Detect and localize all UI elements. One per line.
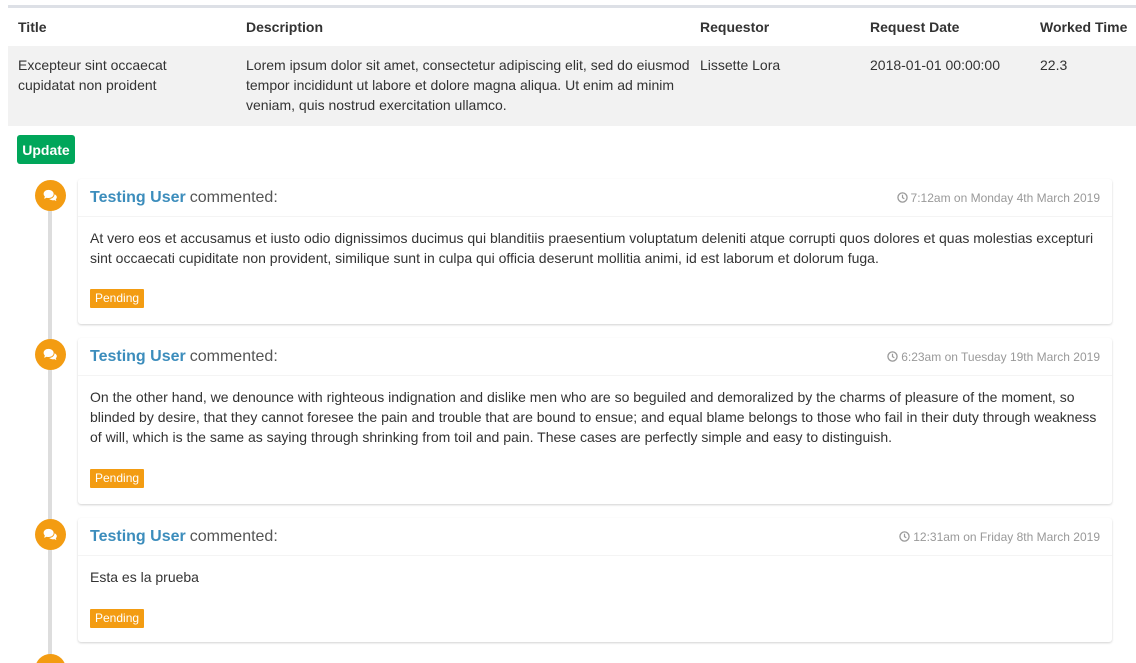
comment-heading: Testing User commented: (90, 528, 278, 546)
cell-worked-time: 22.3 (1040, 57, 1068, 73)
comment-time-text: 7:12am on Monday 4th March 2019 (910, 191, 1100, 205)
comment-verb: commented: (189, 348, 278, 365)
comment-verb: commented: (189, 189, 278, 206)
table-row: Excepteur sint occaecat cupidatat non pr… (8, 46, 1136, 126)
clock-icon (896, 192, 908, 203)
comments-icon (35, 339, 66, 370)
request-table: Title Description Requestor Request Date… (8, 5, 1136, 126)
comments-icon (35, 654, 66, 663)
comment-body: On the other hand, we denounce with righ… (90, 389, 1097, 445)
timeline-comment: Testing User commented: 7:12am on Monday … (78, 179, 1112, 324)
header-requestor: Requestor (700, 19, 770, 35)
update-button[interactable]: Update (17, 135, 75, 164)
timeline-comment: Testing User commented: 12:31am on Friday… (78, 518, 1112, 642)
comment-footer: Pending (78, 609, 1112, 628)
comment-time: 6:23am on Tuesday 19th March 2019 (887, 350, 1100, 364)
status-badge: Pending (90, 469, 145, 488)
comment-footer: Pending (78, 469, 1112, 488)
comment-heading: Testing User commented: (90, 189, 278, 207)
timeline-comment: Testing User commented: 6:23am on Tuesday… (78, 338, 1112, 504)
table-header-row: Title Description Requestor Request Date… (8, 8, 1136, 46)
comment-author-link[interactable]: Testing User (90, 348, 186, 365)
comment-time: 12:31am on Friday 8th March 2019 (899, 530, 1100, 544)
comment-body: At vero eos et accusamus et iusto odio d… (90, 230, 1094, 266)
comment-time: 7:12am on Monday 4th March 2019 (896, 191, 1100, 205)
comment-time-text: 12:31am on Friday 8th March 2019 (913, 530, 1100, 544)
comments-icon (35, 180, 66, 211)
clock-icon (899, 531, 910, 542)
status-badge: Pending (90, 609, 145, 628)
header-title: Title (18, 19, 47, 35)
header-request-date: Request Date (870, 19, 960, 35)
comment-header: Testing User commented: 6:23am on Tuesday… (78, 338, 1112, 376)
timeline-line (48, 182, 52, 663)
header-description: Description (246, 19, 324, 35)
cell-request-date: 2018-01-01 00:00:00 (870, 57, 1000, 73)
header-worked-time: Worked Time (1040, 19, 1128, 35)
comment-author-link[interactable]: Testing User (90, 189, 186, 206)
comment-header: Testing User commented: 12:31am on Friday… (78, 518, 1112, 556)
comment-body: Esta es la prueba (90, 569, 199, 585)
comment-footer: Pending (78, 289, 1112, 308)
cell-description: Lorem ipsum dolor sit amet, consectetur … (246, 57, 690, 113)
comments-icon (35, 519, 66, 550)
cell-title: Excepteur sint occaecat cupidatat non pr… (18, 57, 167, 93)
request-detail-page: Title Description Requestor Request Date… (0, 0, 1136, 663)
clock-icon (887, 351, 898, 362)
comment-header: Testing User commented: 7:12am on Monday … (78, 179, 1112, 217)
status-badge: Pending (90, 289, 145, 308)
comment-verb: commented: (189, 528, 278, 545)
cell-requestor: Lissette Lora (700, 57, 781, 73)
comment-author-link[interactable]: Testing User (90, 528, 186, 545)
comment-time-text: 6:23am on Tuesday 19th March 2019 (901, 350, 1100, 364)
comment-heading: Testing User commented: (90, 348, 278, 366)
